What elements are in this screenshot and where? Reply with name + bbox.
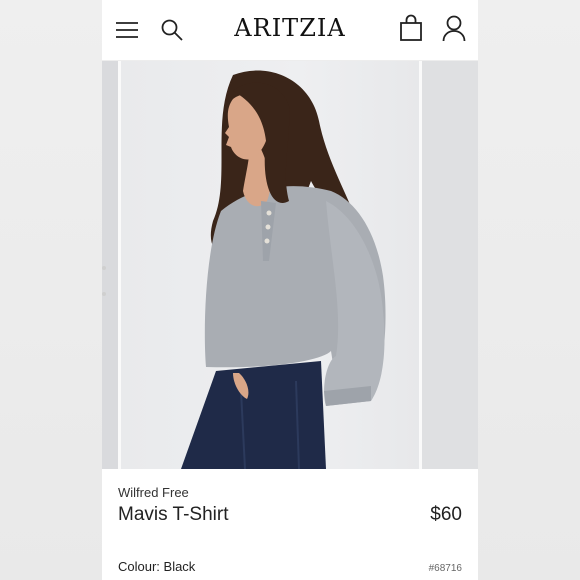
background-left: [0, 0, 102, 580]
product-photo: [121, 61, 419, 469]
product-image-carousel[interactable]: [102, 61, 478, 469]
shopping-bag-icon[interactable]: [399, 14, 423, 42]
colour-label: Colour: Black: [118, 559, 196, 574]
account-icon[interactable]: [441, 14, 467, 42]
carousel-dots: [102, 266, 108, 318]
next-image-peek[interactable]: [419, 61, 478, 469]
product-info-panel: Wilfred Free Mavis T-Shirt $60 Colour: B…: [102, 469, 478, 580]
site-header: ARITZIA: [102, 0, 478, 61]
mobile-screen: ARITZIA Wilfred Free Mavis T-Shirt $60 C…: [102, 0, 478, 580]
carousel-dot[interactable]: [102, 292, 106, 296]
carousel-dot[interactable]: [102, 266, 106, 270]
background-right: [478, 0, 580, 580]
previous-image-peek[interactable]: [102, 61, 121, 469]
product-price: $60: [430, 504, 462, 525]
product-name: Mavis T-Shirt: [118, 504, 229, 525]
product-sku: #68716: [428, 563, 462, 574]
product-brand[interactable]: Wilfred Free: [118, 485, 189, 500]
